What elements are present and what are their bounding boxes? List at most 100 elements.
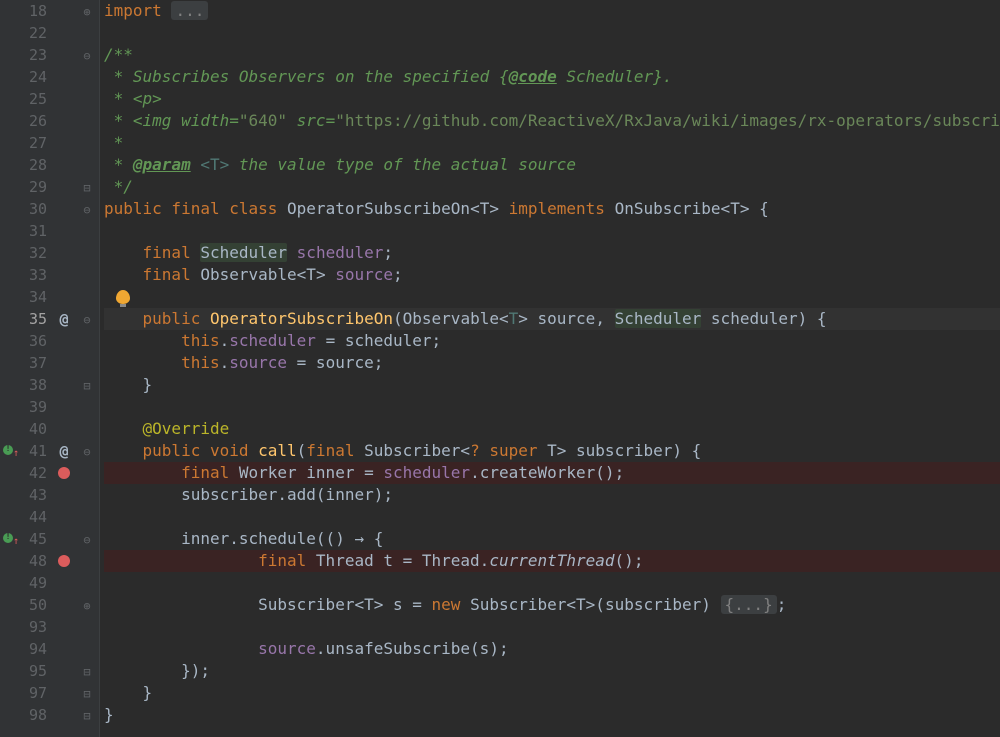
code-line[interactable]: /** [104,44,1000,66]
code-line[interactable]: * <p> [104,88,1000,110]
code-line[interactable]: final Thread t = Thread.currentThread(); [104,550,1000,572]
line-number[interactable]: 49 [22,572,47,594]
token-op: . [220,331,230,350]
line-number[interactable]: 48 [22,550,47,572]
fold-open-icon[interactable] [83,203,90,217]
diff-marker-icon[interactable] [3,533,13,543]
line-number[interactable]: 37 [22,352,47,374]
fold-open-icon[interactable] [83,533,90,547]
line-number[interactable]: 45 [22,528,47,550]
token-op: < [297,265,307,284]
code-area[interactable]: import ... /** * Subscribes Observers on … [100,0,1000,737]
intention-bulb-icon[interactable] [116,290,130,304]
line-number[interactable]: 26 [22,110,47,132]
token-op [287,243,297,262]
gutter[interactable]: ↑↑ 1822232425262728293031323334353637383… [0,0,100,737]
line-number[interactable]: 27 [22,132,47,154]
code-line[interactable]: } [104,704,1000,726]
code-line[interactable]: this.source = source; [104,352,1000,374]
token-ann: @Override [143,419,230,438]
code-line[interactable]: public final class OperatorSubscribeOn<T… [104,198,1000,220]
code-line[interactable] [104,286,1000,308]
code-line[interactable]: final Scheduler scheduler; [104,242,1000,264]
code-line[interactable]: * Subscribes Observers on the specified … [104,66,1000,88]
line-number[interactable]: 98 [22,704,47,726]
fold-open-icon[interactable] [83,445,90,459]
token-fold-ellipsis: {...} [721,595,777,614]
code-line[interactable] [104,572,1000,594]
line-number[interactable]: 22 [22,22,47,44]
code-line[interactable]: this.scheduler = scheduler; [104,330,1000,352]
fold-close-icon[interactable] [83,599,90,613]
fold-close-icon[interactable] [83,5,90,19]
fold-end-icon[interactable] [83,379,90,393]
breakpoint-icon[interactable] [58,555,70,567]
token-kw: public void [143,441,259,460]
line-number[interactable]: 93 [22,616,47,638]
token-op [701,309,711,328]
line-number[interactable]: 38 [22,374,47,396]
token-kw: final [258,551,316,570]
code-line[interactable]: final Observable<T> source; [104,264,1000,286]
line-number[interactable]: 18 [22,0,47,22]
line-number[interactable]: 44 [22,506,47,528]
code-line[interactable]: public OperatorSubscribeOn(Observable<T>… [104,308,1000,330]
token-str: "640" [239,111,287,130]
fold-end-icon[interactable] [83,709,90,723]
line-number[interactable]: 40 [22,418,47,440]
breakpoint-icon[interactable] [58,467,70,479]
line-number[interactable]: 23 [22,44,47,66]
code-line[interactable] [104,616,1000,638]
line-number[interactable]: 32 [22,242,47,264]
code-line[interactable]: */ [104,176,1000,198]
code-line[interactable]: public void call(final Subscriber<? supe… [104,440,1000,462]
line-number[interactable]: 28 [22,154,47,176]
line-number[interactable]: 42 [22,462,47,484]
code-line[interactable]: } [104,374,1000,396]
code-line[interactable]: inner.schedule(() → { [104,528,1000,550]
line-number[interactable]: 25 [22,88,47,110]
code-line[interactable]: }); [104,660,1000,682]
code-line[interactable]: source.unsafeSubscribe(s); [104,638,1000,660]
override-marker-icon[interactable]: @ [59,310,68,328]
code-line[interactable]: * @param <T> the value type of the actua… [104,154,1000,176]
line-number[interactable]: 34 [22,286,47,308]
fold-end-icon[interactable] [83,181,90,195]
diff-arrow-icon: ↑ [13,536,19,547]
line-number[interactable]: 24 [22,66,47,88]
code-line[interactable] [104,506,1000,528]
line-number[interactable]: 43 [22,484,47,506]
code-line[interactable] [104,396,1000,418]
fold-end-icon[interactable] [83,665,90,679]
code-line[interactable]: * <img width="640" src="https://github.c… [104,110,1000,132]
fold-open-icon[interactable] [83,49,90,63]
code-line[interactable] [104,22,1000,44]
code-line[interactable] [104,220,1000,242]
line-number[interactable]: 29 [22,176,47,198]
code-line[interactable]: } [104,682,1000,704]
code-line[interactable]: * [104,132,1000,154]
code-line[interactable]: Subscriber<T> s = new Subscriber<T>(subs… [104,594,1000,616]
token-type: Subscriber [364,441,460,460]
line-number[interactable]: 50 [22,594,47,616]
line-number[interactable]: 39 [22,396,47,418]
line-number[interactable]: 95 [22,660,47,682]
code-line[interactable]: final Worker inner = scheduler.createWor… [104,462,1000,484]
line-number[interactable]: 30 [22,198,47,220]
line-number[interactable]: 33 [22,264,47,286]
line-number[interactable]: 97 [22,682,47,704]
fold-end-icon[interactable] [83,687,90,701]
override-marker-icon[interactable]: @ [59,442,68,460]
line-number[interactable]: 94 [22,638,47,660]
token-field: scheduler [297,243,384,262]
line-number[interactable]: 41 [22,440,47,462]
line-number[interactable]: 36 [22,330,47,352]
code-line[interactable]: subscriber.add(inner); [104,484,1000,506]
fold-open-icon[interactable] [83,313,90,327]
code-line[interactable]: import ... [104,0,1000,22]
line-number[interactable]: 35 [22,308,47,330]
code-line[interactable]: @Override [104,418,1000,440]
code-editor[interactable]: ↑↑ 1822232425262728293031323334353637383… [0,0,1000,737]
diff-marker-icon[interactable] [3,445,13,455]
line-number[interactable]: 31 [22,220,47,242]
